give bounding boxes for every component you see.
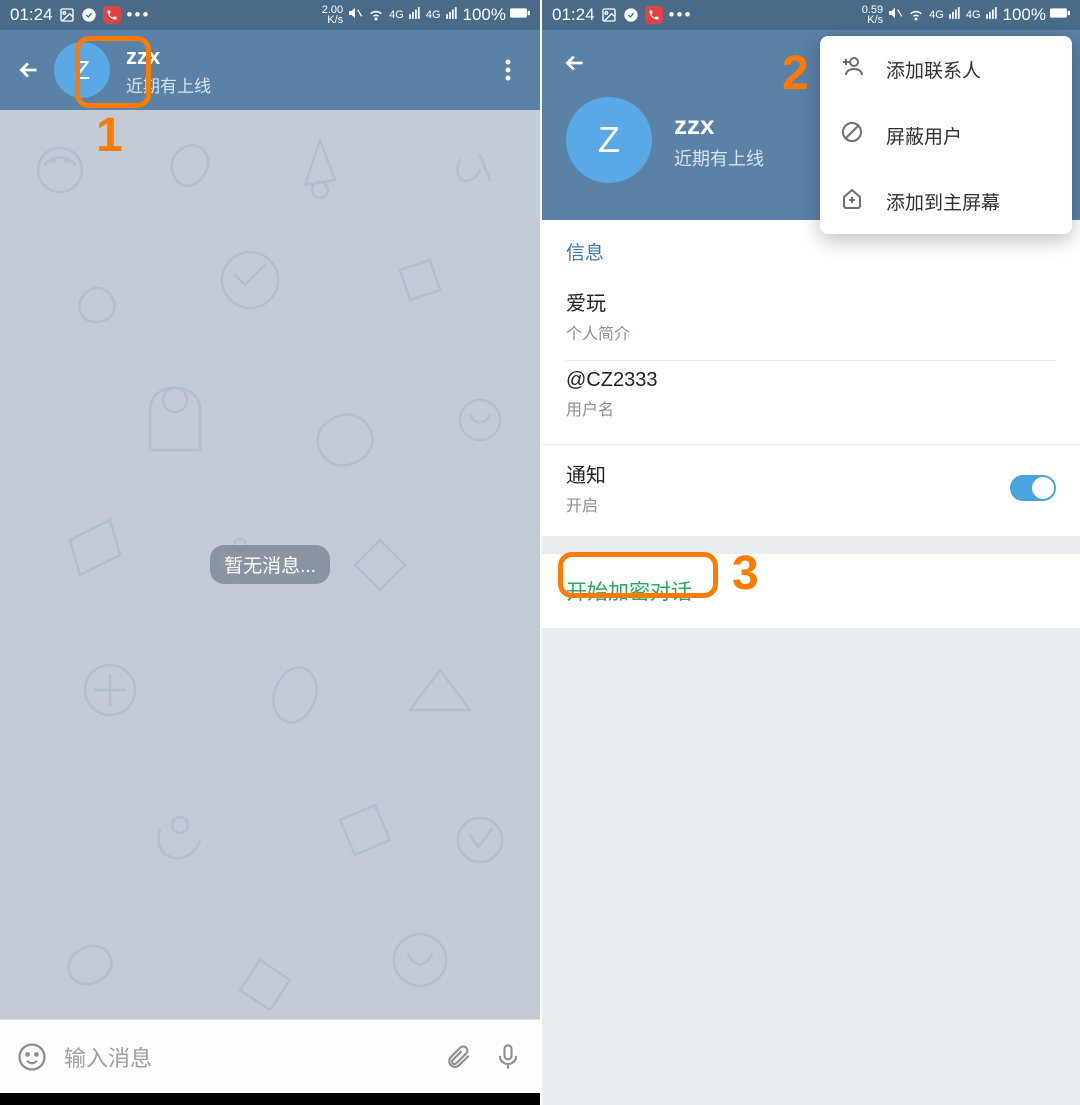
wifi-icon <box>907 4 925 27</box>
block-icon <box>840 120 864 150</box>
image-icon <box>59 7 75 23</box>
chat-header: Z zzx 近期有上线 <box>0 30 540 110</box>
battery-text: 100% <box>1003 5 1046 25</box>
status-time: 01:24 <box>10 5 53 25</box>
username-row[interactable]: @CZ2333 用户名 <box>566 361 1056 436</box>
profile-name: zzx <box>674 110 764 141</box>
signal-icon: 4G <box>389 9 404 21</box>
menu-block-user[interactable]: 屏蔽用户 <box>820 102 1072 168</box>
no-messages-badge: 暂无消息... <box>210 545 330 584</box>
chat-header-titles[interactable]: zzx 近期有上线 <box>126 44 211 97</box>
context-menu: 添加联系人 屏蔽用户 添加到主屏幕 <box>820 36 1072 234</box>
notification-toggle[interactable] <box>1010 475 1056 501</box>
menu-add-homescreen[interactable]: 添加到主屏幕 <box>820 168 1072 234</box>
more-icon: ••• <box>669 5 693 25</box>
profile-avatar[interactable]: Z <box>566 97 652 183</box>
add-contact-icon <box>840 54 864 84</box>
secret-chat-label: 开始加密对话 <box>566 581 692 604</box>
message-input-bar: 输入消息 <box>0 1019 540 1093</box>
net-speed: 2.00 K/s <box>322 5 343 25</box>
menu-add-homescreen-label: 添加到主屏幕 <box>886 188 1000 215</box>
back-button[interactable] <box>558 46 592 80</box>
bio-label: 个人简介 <box>566 320 1056 344</box>
bio-value: 爱玩 <box>566 287 1056 316</box>
message-input[interactable]: 输入消息 <box>64 1041 426 1073</box>
info-section: 信息 爱玩 个人简介 @CZ2333 用户名 <box>542 220 1080 444</box>
check-icon <box>623 7 639 23</box>
more-icon: ••• <box>127 5 151 25</box>
empty-space <box>542 628 1080 1105</box>
notification-row[interactable]: 通知 开启 <box>542 445 1080 536</box>
attach-button[interactable] <box>440 1039 476 1075</box>
contact-avatar[interactable]: Z <box>54 42 110 98</box>
missed-call-icon <box>645 6 663 24</box>
profile-status: 近期有上线 <box>674 145 764 171</box>
back-button[interactable] <box>12 53 46 87</box>
menu-block-user-label: 屏蔽用户 <box>886 122 962 149</box>
image-icon <box>601 7 617 23</box>
status-bar: 01:24 ••• 2.00 K/s 4G <box>0 0 540 30</box>
contact-status: 近期有上线 <box>126 72 211 97</box>
wifi-icon <box>367 4 385 27</box>
avatar-letter: Z <box>598 119 620 161</box>
signal2-icon: 4G <box>426 9 441 21</box>
battery-icon <box>1050 5 1070 25</box>
battery-icon <box>510 5 530 25</box>
bio-row[interactable]: 爱玩 个人简介 <box>566 279 1056 360</box>
mute-icon <box>347 5 363 26</box>
check-icon <box>81 7 97 23</box>
voice-button[interactable] <box>490 1039 526 1075</box>
phone-chat-screen: 01:24 ••• 2.00 K/s 4G <box>0 0 540 1105</box>
status-time: 01:24 <box>552 5 595 25</box>
notif-state: 开启 <box>566 492 606 516</box>
avatar-letter: Z <box>74 55 90 86</box>
signal-bars-icon <box>408 5 422 25</box>
signal-4g-icon: 4G <box>929 9 944 21</box>
contact-name: zzx <box>126 44 211 70</box>
chat-messages-area[interactable]: 暂无消息... <box>0 110 540 1019</box>
emoji-button[interactable] <box>14 1039 50 1075</box>
notif-title: 通知 <box>566 459 606 488</box>
username-value: @CZ2333 <box>566 369 1056 392</box>
info-section-title: 信息 <box>566 238 1056 265</box>
status-bar: 01:24 ••• 0.59 K/s 4G <box>542 0 1080 30</box>
more-options-button[interactable] <box>488 50 528 90</box>
menu-add-contact[interactable]: 添加联系人 <box>820 36 1072 102</box>
signal-bars2-icon <box>445 5 459 25</box>
missed-call-icon <box>103 6 121 24</box>
section-gap <box>542 536 1080 554</box>
signal-bars-icon <box>948 5 962 25</box>
home-icon <box>840 186 864 216</box>
start-secret-chat-button[interactable]: 开始加密对话 <box>542 554 1080 628</box>
username-label: 用户名 <box>566 396 1056 420</box>
android-nav-bar <box>0 1093 540 1105</box>
mute-icon <box>887 5 903 26</box>
signal-4g2-icon: 4G <box>966 9 981 21</box>
menu-add-contact-label: 添加联系人 <box>886 56 981 83</box>
net-speed: 0.59 K/s <box>862 5 883 25</box>
signal-bars2-icon <box>985 5 999 25</box>
phone-profile-screen: 01:24 ••• 0.59 K/s 4G <box>540 0 1080 1105</box>
battery-text: 100% <box>463 5 506 25</box>
